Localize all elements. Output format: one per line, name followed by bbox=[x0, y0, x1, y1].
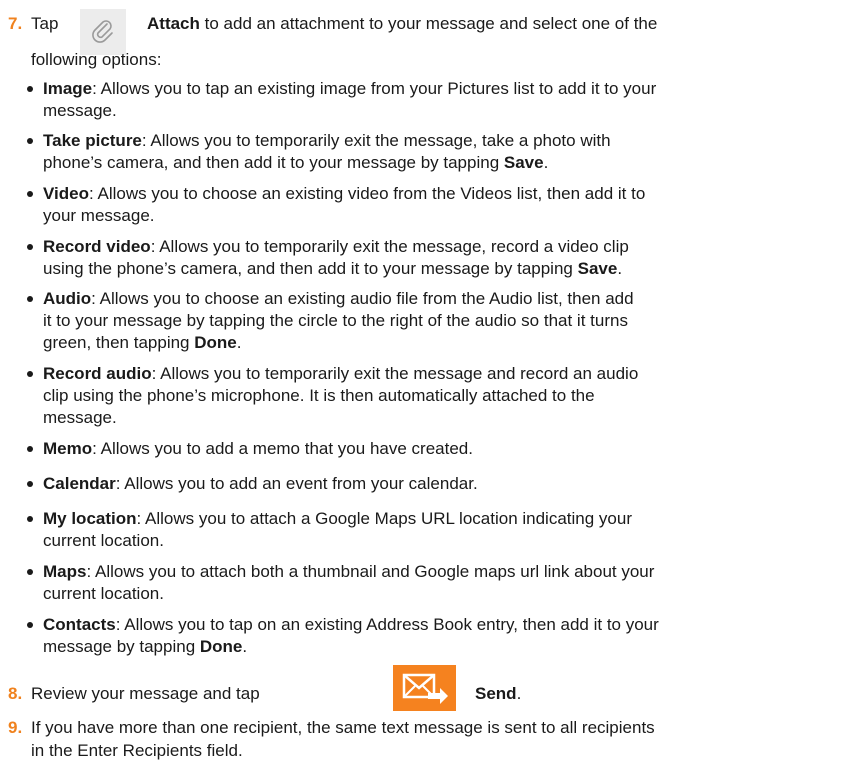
option-memo: Memo: Allows you to add a memo that you … bbox=[43, 439, 473, 459]
option-desc-cont: message. bbox=[43, 101, 117, 120]
option-name: Audio bbox=[43, 289, 92, 308]
option-video: Video: Allows you to choose an existing … bbox=[43, 184, 645, 204]
step7-tap-text: Tap bbox=[31, 14, 59, 33]
paperclip-icon bbox=[92, 20, 113, 43]
option-desc-text: message by tapping bbox=[43, 637, 200, 656]
option-desc-cont: green, then tapping Done. bbox=[43, 333, 241, 353]
option-desc-cont: message by tapping Done. bbox=[43, 637, 247, 657]
save-label: Save bbox=[577, 259, 618, 278]
step9-line1: If you have more than one recipient, the… bbox=[31, 718, 655, 737]
step-number-8: 8. bbox=[8, 684, 23, 703]
option-desc: : Allows you to choose an existing video… bbox=[88, 184, 646, 203]
option-desc: : Allows you to attach both a thumbnail … bbox=[86, 562, 655, 581]
option-desc: : Allows you to tap on an existing Addre… bbox=[115, 615, 659, 634]
option-my-location: My location: Allows you to attach a Goog… bbox=[43, 509, 632, 529]
bullet-dot bbox=[27, 569, 33, 575]
step7-intro-line: Attach to add an attachment to your mess… bbox=[147, 14, 657, 34]
option-desc: : Allows you to add a memo that you have… bbox=[92, 439, 473, 458]
send-message-icon bbox=[402, 673, 448, 704]
option-desc-cont: phone’s camera, and then add it to your … bbox=[43, 153, 548, 173]
option-image: Image: Allows you to tap an existing ima… bbox=[43, 79, 656, 99]
bullet-dot bbox=[27, 138, 33, 144]
step-number-9: 9. bbox=[8, 718, 23, 737]
option-desc: : Allows you to attach a Google Maps URL… bbox=[136, 509, 632, 528]
option-desc: : Allows you to temporarily exit the mes… bbox=[141, 131, 611, 150]
attach-icon-box bbox=[80, 9, 126, 55]
option-take-picture: Take picture: Allows you to temporarily … bbox=[43, 131, 611, 151]
step9-line2: in the Enter Recipients field. bbox=[31, 741, 243, 760]
period: . bbox=[617, 259, 623, 278]
option-name: Take picture bbox=[43, 131, 142, 150]
option-desc: : Allows you to add an event from your c… bbox=[115, 474, 478, 493]
option-desc-cont: message. bbox=[43, 408, 117, 427]
step8-text: Review your message and tap bbox=[31, 684, 260, 703]
send-icon-box bbox=[393, 665, 456, 711]
period: . bbox=[236, 333, 242, 352]
option-desc-cont: it to your message by tapping the circle… bbox=[43, 311, 628, 330]
option-desc-text: green, then tapping bbox=[43, 333, 195, 352]
option-name: Video bbox=[43, 184, 89, 203]
option-audio: Audio: Allows you to choose an existing … bbox=[43, 289, 634, 309]
option-desc: : Allows you to temporarily exit the mes… bbox=[150, 237, 629, 256]
step7-intro-rest: to add an attachment to your message and… bbox=[204, 14, 658, 33]
bullet-dot bbox=[27, 516, 33, 522]
period: . bbox=[516, 684, 522, 703]
bullet-dot bbox=[27, 371, 33, 377]
option-name: My location bbox=[43, 509, 137, 528]
option-desc-cont: current location. bbox=[43, 584, 164, 603]
save-label: Save bbox=[503, 153, 544, 172]
option-desc-text: phone’s camera, and then add it to your … bbox=[43, 153, 504, 172]
option-desc-cont: current location. bbox=[43, 531, 164, 550]
instruction-page: 7. Tap Attach to add an attachment to yo… bbox=[0, 0, 841, 770]
send-label-line: Send. bbox=[475, 684, 521, 704]
done-label: Done bbox=[199, 637, 243, 656]
done-label: Done bbox=[194, 333, 237, 352]
bullet-dot bbox=[27, 244, 33, 250]
option-desc: : Allows you to choose an existing audio… bbox=[91, 289, 634, 308]
option-desc: : Allows you to tap an existing image fr… bbox=[92, 79, 657, 98]
option-calendar: Calendar: Allows you to add an event fro… bbox=[43, 474, 478, 494]
bullet-dot bbox=[27, 481, 33, 487]
option-name: Contacts bbox=[43, 615, 116, 634]
bullet-dot bbox=[27, 86, 33, 92]
step-number-7: 7. bbox=[8, 14, 23, 33]
option-record-audio: Record audio: Allows you to temporarily … bbox=[43, 364, 638, 384]
option-name: Image bbox=[43, 79, 93, 98]
option-desc-cont: your message. bbox=[43, 206, 155, 225]
bullet-dot bbox=[27, 446, 33, 452]
attach-label: Attach bbox=[147, 14, 200, 33]
option-name: Record video bbox=[43, 237, 151, 256]
option-name: Record audio bbox=[43, 364, 152, 383]
bullet-dot bbox=[27, 296, 33, 302]
bullet-dot bbox=[27, 191, 33, 197]
step7-intro-cont: following options: bbox=[31, 50, 162, 69]
option-contacts: Contacts: Allows you to tap on an existi… bbox=[43, 615, 659, 635]
send-label: Send bbox=[475, 684, 517, 703]
option-record-video: Record video: Allows you to temporarily … bbox=[43, 237, 629, 257]
option-maps: Maps: Allows you to attach both a thumbn… bbox=[43, 562, 654, 582]
period: . bbox=[242, 637, 248, 656]
bullet-dot bbox=[27, 622, 33, 628]
option-name: Calendar bbox=[43, 474, 116, 493]
option-desc-text: using the phone’s camera, and then add i… bbox=[43, 259, 578, 278]
option-name: Memo bbox=[43, 439, 93, 458]
period: . bbox=[543, 153, 549, 172]
option-desc: : Allows you to temporarily exit the mes… bbox=[151, 364, 639, 383]
option-desc-cont: clip using the phone’s microphone. It is… bbox=[43, 386, 595, 405]
option-name: Maps bbox=[43, 562, 87, 581]
option-desc-cont: using the phone’s camera, and then add i… bbox=[43, 259, 622, 279]
